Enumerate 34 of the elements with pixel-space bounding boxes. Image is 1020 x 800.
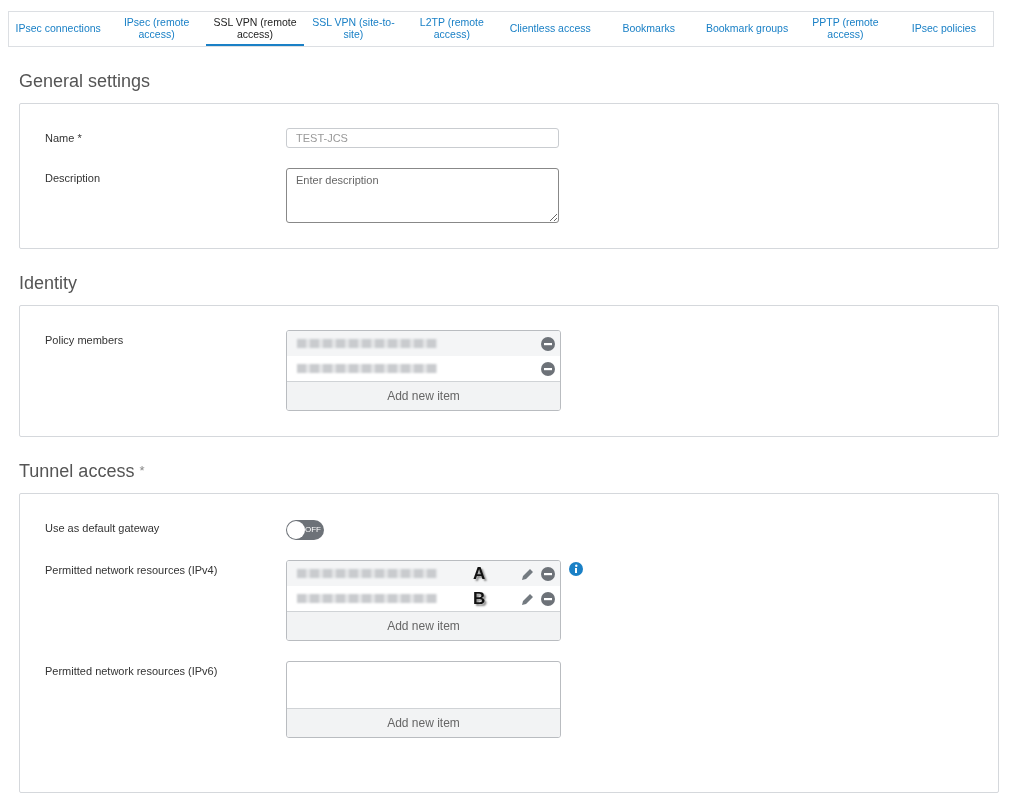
field-label: Permitted network resources (IPv6)	[45, 664, 219, 679]
field-label: Permitted network resources (IPv4)	[45, 563, 219, 578]
remove-icon[interactable]	[541, 361, 555, 376]
annotation-letter: B	[473, 588, 486, 609]
toggle-switch[interactable]: OFF	[286, 520, 324, 540]
tab[interactable]: L2TP (remote access)	[402, 12, 502, 46]
pencil-icon[interactable]	[521, 591, 535, 606]
tab[interactable]: SSL VPN (site-to-site)	[304, 12, 403, 46]
info-icon[interactable]	[569, 562, 583, 576]
remove-icon[interactable]	[541, 591, 555, 606]
section-heading: Tunnel access *	[19, 460, 146, 483]
tab[interactable]: Bookmark groups	[697, 12, 797, 46]
remove-icon[interactable]	[541, 336, 555, 351]
tab[interactable]: SSL VPN (remote access)	[205, 12, 305, 46]
field-label: Use as default gateway	[45, 521, 161, 536]
field-label: Description	[45, 171, 102, 186]
section-heading: General settings	[19, 70, 152, 93]
tab[interactable]: IPsec policies	[894, 12, 994, 46]
add-new-item-button[interactable]: Add new item	[287, 708, 560, 737]
name-field[interactable]: TEST-JCS	[286, 128, 559, 148]
description-field[interactable]: Enter description	[286, 168, 559, 223]
field-label: Name *	[45, 131, 83, 146]
pencil-icon[interactable]	[521, 566, 535, 581]
tab[interactable]: Bookmarks	[599, 12, 698, 46]
add-new-item-button[interactable]: Add new item	[287, 611, 560, 640]
field-label: Policy members	[45, 333, 125, 348]
tab[interactable]: PPTP (remote access)	[796, 12, 895, 46]
remove-icon[interactable]	[541, 566, 555, 581]
section-heading: Identity	[19, 272, 79, 295]
tab[interactable]: IPsec (remote access)	[107, 12, 206, 46]
tab[interactable]: Clientless access	[501, 12, 600, 46]
tab[interactable]: IPsec connections	[9, 12, 108, 46]
add-new-item-button[interactable]: Add new item	[287, 381, 560, 410]
annotation-letter: A	[473, 563, 486, 584]
